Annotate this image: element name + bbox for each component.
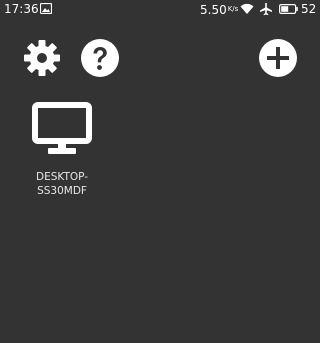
network-speed: 5.50K/s [200, 0, 238, 19]
wifi-icon [240, 3, 254, 15]
plus-icon [259, 39, 297, 77]
help-icon [81, 39, 119, 77]
network-speed-value: 5.50 [200, 3, 227, 17]
battery-level: 52 [301, 2, 317, 16]
status-bar: 17:36 5.50K/s 52 [0, 0, 320, 18]
computer-item[interactable]: DESKTOP-SS30MDF [18, 100, 106, 200]
settings-button[interactable] [22, 38, 62, 78]
help-button[interactable] [80, 38, 120, 78]
airplane-mode-icon [260, 3, 272, 16]
monitor-icon [32, 102, 92, 154]
status-time: 17:36 [4, 2, 39, 16]
image-notification-icon [40, 3, 52, 14]
gear-icon [24, 40, 60, 76]
network-speed-unit: K/s [227, 5, 239, 13]
computer-name: DESKTOP-SS30MDF [35, 171, 89, 197]
battery-icon [279, 4, 298, 14]
add-computer-button[interactable] [258, 38, 298, 78]
